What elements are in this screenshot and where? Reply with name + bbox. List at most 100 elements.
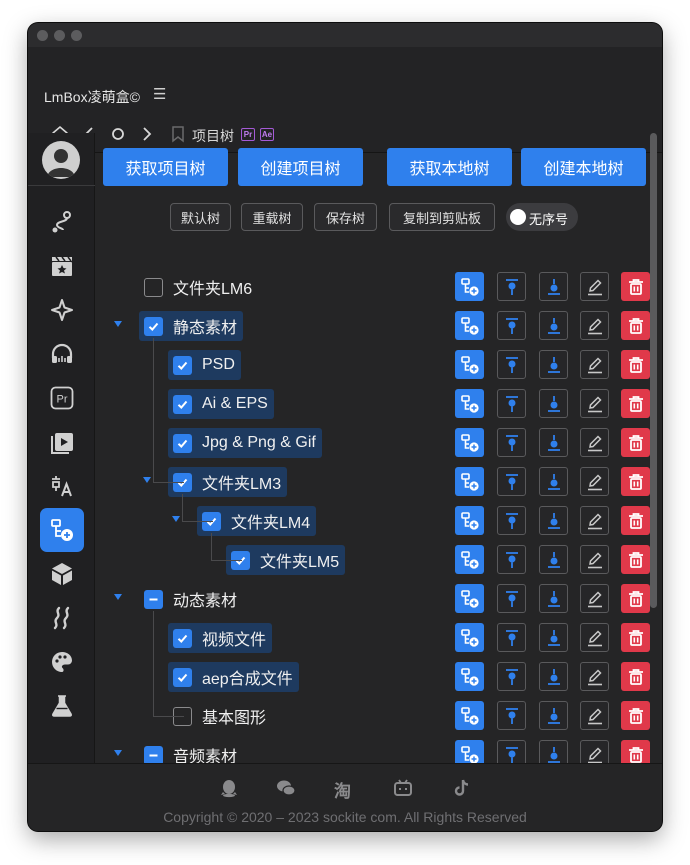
qq-icon[interactable] [219, 778, 239, 798]
sidebar-item-translate[interactable] [40, 464, 84, 508]
sidebar-item-effects[interactable] [40, 288, 84, 332]
edit-button[interactable] [580, 506, 609, 535]
default-tree-button[interactable]: 默认树 [170, 203, 231, 231]
sidebar-item-audio[interactable] [40, 332, 84, 376]
move-down-button[interactable] [539, 701, 568, 730]
sidebar-item-lab[interactable] [40, 684, 84, 728]
move-up-button[interactable] [497, 467, 526, 496]
move-down-button[interactable] [539, 740, 568, 763]
edit-button[interactable] [580, 584, 609, 613]
add-subfolder-button[interactable] [455, 467, 484, 496]
tiktok-icon[interactable] [452, 778, 472, 798]
delete-button[interactable] [621, 701, 650, 730]
node-checkbox[interactable] [173, 394, 192, 414]
close-window-button[interactable] [37, 30, 48, 41]
move-down-button[interactable] [539, 389, 568, 418]
edit-button[interactable] [580, 467, 609, 496]
sidebar-item-route[interactable] [40, 200, 84, 244]
move-up-button[interactable] [497, 584, 526, 613]
tree-row[interactable]: 文件夹LM6 [96, 270, 652, 304]
add-subfolder-button[interactable] [455, 311, 484, 340]
node-checkbox[interactable] [144, 277, 163, 297]
tree-row[interactable]: 动态素材 [96, 582, 652, 616]
edit-button[interactable] [580, 272, 609, 301]
edit-button[interactable] [580, 740, 609, 763]
add-subfolder-button[interactable] [455, 740, 484, 763]
hamburger-menu-icon[interactable]: ☰ [153, 85, 166, 103]
tree-row[interactable]: 文件夹LM5 [96, 543, 652, 577]
edit-button[interactable] [580, 662, 609, 691]
node-checkbox[interactable] [173, 628, 192, 648]
tree-node[interactable]: Ai & EPS [168, 389, 274, 419]
edit-button[interactable] [580, 350, 609, 379]
move-up-button[interactable] [497, 701, 526, 730]
tree-row[interactable]: 文件夹LM4 [96, 504, 652, 538]
tree-row[interactable]: aep合成文件 [96, 660, 652, 694]
copy-to-clipboard-button[interactable]: 复制到剪贴板 [389, 203, 495, 231]
tree-node[interactable]: 文件夹LM6 [139, 272, 258, 302]
add-subfolder-button[interactable] [455, 350, 484, 379]
delete-button[interactable] [621, 350, 650, 379]
delete-button[interactable] [621, 467, 650, 496]
get-project-tree-button[interactable]: 获取项目树 [103, 148, 228, 186]
move-down-button[interactable] [539, 506, 568, 535]
add-subfolder-button[interactable] [455, 389, 484, 418]
move-down-button[interactable] [539, 467, 568, 496]
avatar[interactable] [42, 141, 80, 179]
add-subfolder-button[interactable] [455, 623, 484, 652]
node-checkbox[interactable] [144, 316, 163, 336]
expand-caret-icon[interactable] [172, 516, 180, 522]
move-up-button[interactable] [497, 545, 526, 574]
move-up-button[interactable] [497, 623, 526, 652]
create-project-tree-button[interactable]: 创建项目树 [238, 148, 363, 186]
tree-node[interactable]: 文件夹LM3 [168, 467, 288, 497]
tree-node[interactable]: Jpg & Png & Gif [168, 428, 322, 458]
move-up-button[interactable] [497, 428, 526, 457]
node-checkbox[interactable] [144, 589, 163, 609]
sidebar-item-video[interactable] [40, 420, 84, 464]
tree-row[interactable]: Jpg & Png & Gif [96, 426, 652, 460]
zoom-window-button[interactable] [71, 30, 82, 41]
delete-button[interactable] [621, 545, 650, 574]
tree-node[interactable]: 视频文件 [168, 623, 273, 653]
add-subfolder-button[interactable] [455, 701, 484, 730]
sidebar-item-motion[interactable] [40, 596, 84, 640]
move-up-button[interactable] [497, 350, 526, 379]
get-local-tree-button[interactable]: 获取本地树 [387, 148, 512, 186]
edit-button[interactable] [580, 545, 609, 574]
bilibili-icon[interactable] [393, 778, 413, 798]
edit-button[interactable] [580, 389, 609, 418]
move-down-button[interactable] [539, 272, 568, 301]
add-subfolder-button[interactable] [455, 272, 484, 301]
wechat-icon[interactable] [276, 778, 296, 798]
add-subfolder-button[interactable] [455, 584, 484, 613]
taobao-icon[interactable]: 淘 [334, 777, 354, 801]
move-down-button[interactable] [539, 623, 568, 652]
move-up-button[interactable] [497, 740, 526, 763]
delete-button[interactable] [621, 272, 650, 301]
move-down-button[interactable] [539, 350, 568, 379]
move-up-button[interactable] [497, 272, 526, 301]
tree-row[interactable]: Ai & EPS [96, 387, 652, 421]
move-down-button[interactable] [539, 545, 568, 574]
tree-node[interactable]: 文件夹LM4 [197, 506, 317, 536]
reload-tree-button[interactable]: 重载树 [241, 203, 303, 231]
tree-node[interactable]: 动态素材 [139, 584, 243, 614]
edit-button[interactable] [580, 428, 609, 457]
delete-button[interactable] [621, 740, 650, 763]
move-down-button[interactable] [539, 662, 568, 691]
delete-button[interactable] [621, 584, 650, 613]
sidebar-item-clapper[interactable] [40, 244, 84, 288]
move-down-button[interactable] [539, 428, 568, 457]
tree-node[interactable]: aep合成文件 [168, 662, 299, 692]
move-down-button[interactable] [539, 584, 568, 613]
tree-node[interactable]: 音频素材 [139, 740, 243, 763]
node-checkbox[interactable] [144, 745, 163, 763]
sidebar-item-project-tree[interactable] [40, 508, 84, 552]
expand-caret-icon[interactable] [114, 594, 122, 600]
edit-button[interactable] [580, 623, 609, 652]
delete-button[interactable] [621, 311, 650, 340]
create-local-tree-button[interactable]: 创建本地树 [521, 148, 646, 186]
tree-row[interactable]: 音频素材 [96, 738, 652, 763]
delete-button[interactable] [621, 428, 650, 457]
